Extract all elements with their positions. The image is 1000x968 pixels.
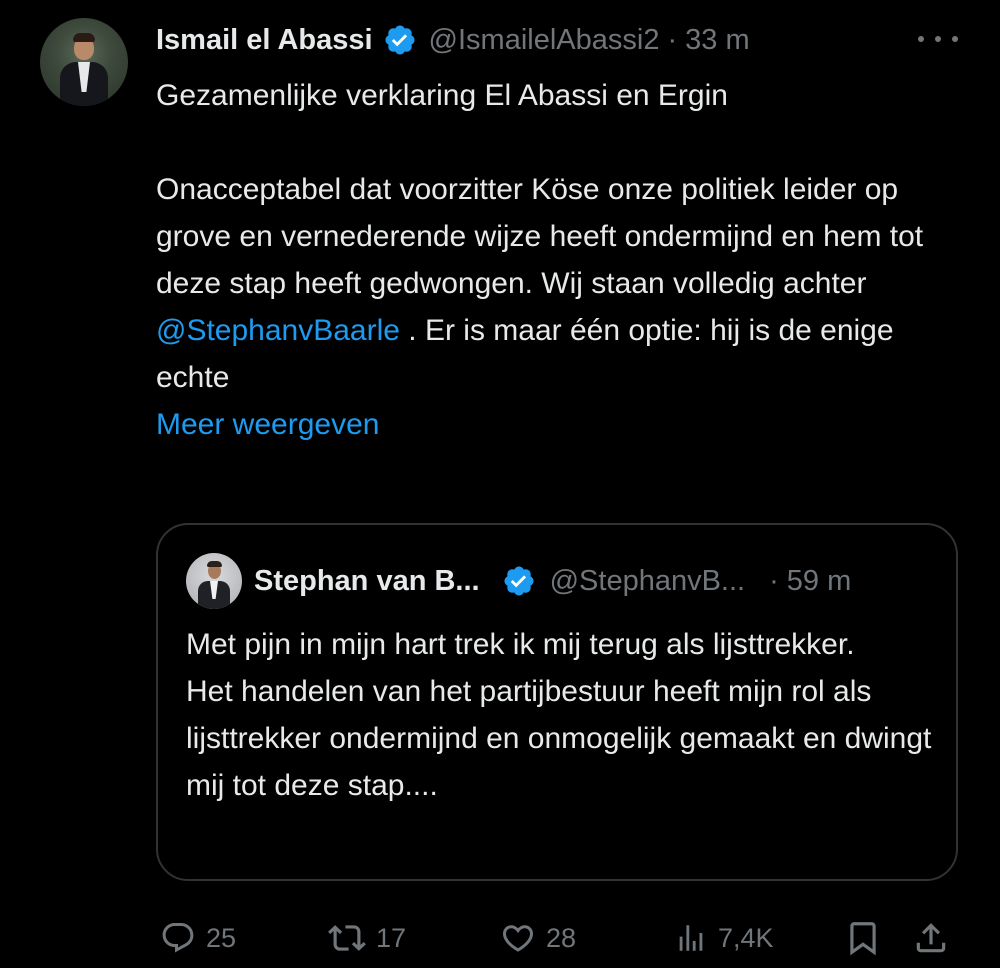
quoted-tweet-time: 59 m bbox=[786, 564, 852, 597]
quoted-tweet-text: Met pijn in mijn hart trek ik mij terug … bbox=[186, 621, 936, 809]
tweet-text-para2: Onacceptabel dat voorzitter Köse onze po… bbox=[156, 166, 956, 401]
bookmark-icon bbox=[850, 922, 876, 956]
tweet-header: Ismail el Abassi @IsmailelAbassi2 · 33 m bbox=[156, 20, 750, 60]
like-icon bbox=[502, 925, 534, 952]
views-icon bbox=[679, 925, 703, 951]
separator: · bbox=[667, 23, 678, 56]
quoted-tweet[interactable]: Stephan van B... @StephanvB... · 59 m Me… bbox=[156, 523, 958, 881]
like-button[interactable]: 28 bbox=[500, 914, 576, 962]
like-count: 28 bbox=[546, 922, 577, 953]
views-count: 7,4K bbox=[718, 922, 774, 953]
author-handle[interactable]: @IsmailelAbassi2 bbox=[429, 24, 660, 57]
quoted-author-avatar bbox=[186, 553, 242, 609]
author-avatar[interactable] bbox=[40, 18, 128, 106]
quoted-text-line2: Het handelen van het partijbestuur heeft… bbox=[186, 675, 932, 802]
verified-badge-icon bbox=[385, 25, 415, 55]
tweet-time[interactable]: 33 m bbox=[685, 24, 749, 57]
reply-button[interactable]: 25 bbox=[160, 914, 236, 962]
show-more-link[interactable]: Meer weergeven bbox=[156, 401, 956, 448]
quoted-text-line1: Met pijn in mijn hart trek ik mij terug … bbox=[186, 628, 855, 661]
repost-count: 17 bbox=[376, 922, 407, 953]
author-name[interactable]: Ismail el Abassi bbox=[156, 24, 373, 57]
reply-count: 25 bbox=[206, 922, 237, 953]
bookmark-button[interactable] bbox=[844, 914, 882, 962]
quoted-author-handle: @StephanvB... bbox=[549, 564, 746, 597]
tweet-text: Gezamenlijke verklaring El Abassi en Erg… bbox=[156, 72, 956, 448]
mention-link[interactable]: @StephanvBaarle bbox=[156, 314, 400, 347]
views-button[interactable]: 7,4K bbox=[674, 914, 774, 962]
quoted-author-name: Stephan van B... bbox=[254, 564, 480, 597]
reply-icon bbox=[162, 923, 194, 953]
separator: · bbox=[769, 564, 779, 597]
tweet-text-line1: Gezamenlijke verklaring El Abassi en Erg… bbox=[156, 79, 728, 112]
verified-badge-icon bbox=[504, 566, 534, 596]
quoted-tweet-header: Stephan van B... @StephanvB... · 59 m bbox=[254, 561, 851, 601]
repost-icon bbox=[328, 925, 366, 951]
tweet-text-before-mention: Onacceptabel dat voorzitter Köse onze po… bbox=[156, 173, 924, 300]
share-icon bbox=[916, 923, 946, 953]
share-button[interactable] bbox=[912, 914, 950, 962]
repost-button[interactable]: 17 bbox=[328, 914, 406, 962]
action-bar: 25 17 28 7,4K bbox=[156, 914, 962, 962]
more-icon[interactable] bbox=[918, 26, 958, 52]
